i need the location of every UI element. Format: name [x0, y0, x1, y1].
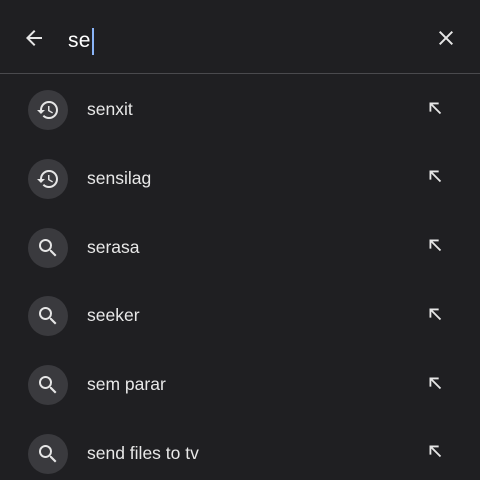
search-bar: se: [0, 0, 480, 74]
search-query-text: se: [68, 29, 91, 52]
arrow-up-left-icon: [424, 303, 446, 330]
history-icon: [28, 158, 68, 199]
search-icon: [28, 227, 68, 268]
suggestion-label: send files to tv: [87, 442, 199, 463]
text-caret: [91, 27, 94, 55]
suggestion-label: sem parar: [87, 374, 166, 395]
search-icon: [28, 433, 68, 474]
fill-query-button[interactable]: [420, 95, 450, 125]
suggestion-item[interactable]: send files to tv: [0, 419, 480, 480]
arrow-back-icon: [22, 26, 46, 55]
arrow-up-left-icon: [424, 234, 446, 261]
history-icon: [28, 90, 68, 130]
suggestion-list: senxit sensilag serasa seeker sem parar …: [0, 75, 480, 480]
fill-query-button[interactable]: [420, 370, 450, 400]
close-icon: [434, 26, 458, 55]
fill-query-button[interactable]: [420, 439, 450, 469]
suggestion-item[interactable]: serasa: [0, 213, 480, 282]
clear-button[interactable]: [430, 24, 462, 56]
fill-query-button[interactable]: [420, 233, 450, 263]
arrow-up-left-icon: [424, 372, 446, 399]
suggestion-label: sensilag: [87, 167, 152, 188]
back-button[interactable]: [18, 24, 50, 56]
suggestion-item[interactable]: sem parar: [0, 350, 480, 419]
suggestion-label: senxit: [87, 99, 133, 119]
fill-query-button[interactable]: [420, 164, 450, 194]
suggestion-label: seeker: [87, 305, 140, 326]
arrow-up-left-icon: [424, 97, 446, 124]
arrow-up-left-icon: [424, 440, 446, 467]
fill-query-button[interactable]: [420, 301, 450, 331]
search-input[interactable]: se: [68, 26, 94, 56]
suggestion-item[interactable]: seeker: [0, 281, 480, 350]
arrow-up-left-icon: [424, 165, 446, 192]
search-icon: [28, 365, 68, 406]
suggestion-label: serasa: [87, 236, 140, 257]
suggestion-item[interactable]: senxit: [0, 75, 480, 144]
search-screen: se senxit sensilag serasa seeker sem par…: [0, 0, 480, 480]
suggestion-item[interactable]: sensilag: [0, 144, 480, 213]
search-icon: [28, 296, 68, 337]
